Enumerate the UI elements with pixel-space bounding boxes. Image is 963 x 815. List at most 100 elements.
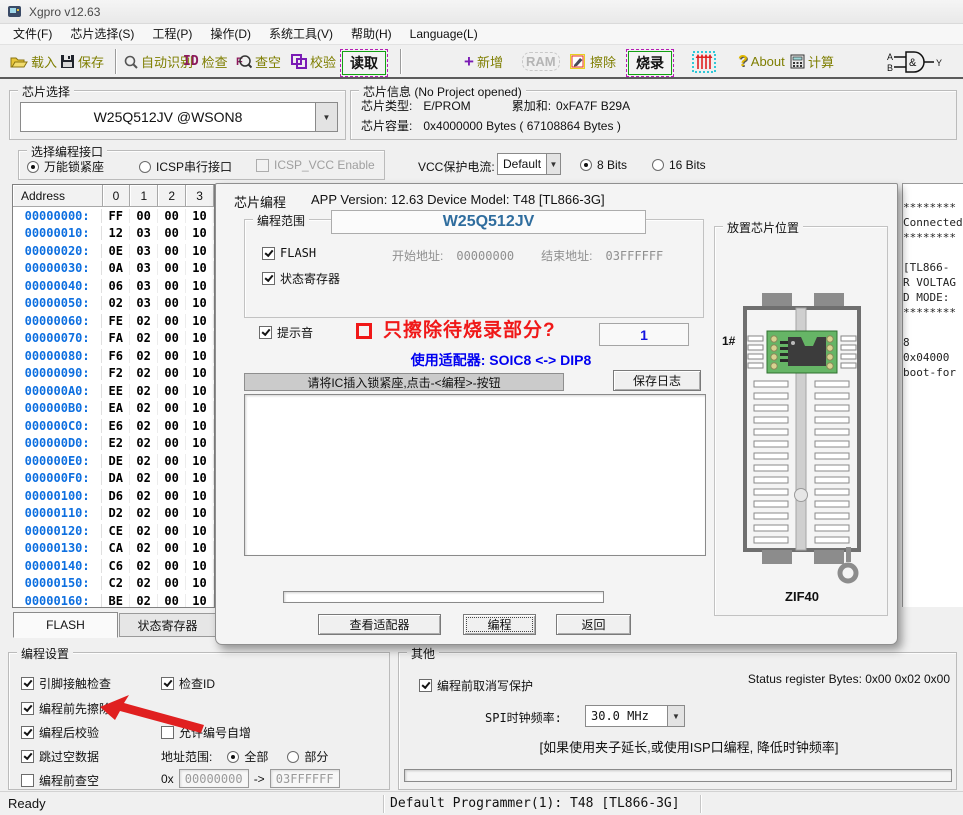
hex-byte[interactable]: 10 <box>186 576 214 590</box>
verify-after-checkbox[interactable]: 编程后校验 <box>21 724 99 741</box>
hex-byte[interactable]: D6 <box>102 489 130 503</box>
hex-byte[interactable]: 02 <box>130 384 158 398</box>
hex-byte[interactable]: 02 <box>130 594 158 608</box>
chevron-down-icon[interactable]: ▼ <box>668 705 685 727</box>
hex-byte[interactable]: 03 <box>130 296 158 310</box>
hex-byte[interactable]: 10 <box>186 471 214 485</box>
toolbar-erase-button[interactable]: 擦除 <box>568 48 618 75</box>
toolbar-read-button[interactable]: 读取 <box>340 49 388 76</box>
toolbar-checkid-button[interactable]: ID 检查 <box>181 48 230 75</box>
hex-byte[interactable]: 02 <box>130 401 158 415</box>
hex-byte[interactable]: 00 <box>158 261 186 275</box>
hex-byte[interactable]: CE <box>102 524 130 538</box>
pin-check-checkbox[interactable]: 引脚接触检查 <box>21 675 111 692</box>
menu-item[interactable]: 操作(D) <box>201 24 260 44</box>
hex-byte[interactable]: 10 <box>186 279 214 293</box>
back-button[interactable]: 返回 <box>556 614 631 635</box>
icsp-vcc-checkbox[interactable]: ICSP_VCC Enable <box>256 158 375 172</box>
toolbar-blankcheck-button[interactable]: F 查空 <box>234 48 283 75</box>
hex-byte[interactable]: BE <box>102 594 130 608</box>
hex-byte[interactable]: 00 <box>158 471 186 485</box>
hex-byte[interactable]: 00 <box>158 349 186 363</box>
hex-byte[interactable]: 02 <box>130 524 158 538</box>
blank-before-checkbox[interactable]: 编程前查空 <box>21 772 99 789</box>
chip-select-combo[interactable]: W25Q512JV @WSON8 ▼ <box>20 102 338 132</box>
hex-byte[interactable]: 10 <box>186 261 214 275</box>
menu-item[interactable]: 文件(F) <box>4 24 61 44</box>
hex-byte[interactable]: 00 <box>158 524 186 538</box>
hex-byte[interactable]: 10 <box>186 524 214 538</box>
hex-byte[interactable]: E2 <box>102 436 130 450</box>
hex-byte[interactable]: DA <box>102 471 130 485</box>
hex-byte[interactable]: 00 <box>158 296 186 310</box>
icsp-radio[interactable]: ICSP串行接口 <box>139 158 232 175</box>
chevron-down-icon[interactable]: ▼ <box>547 153 561 175</box>
menu-item[interactable]: 工程(P) <box>143 24 201 44</box>
check-id-checkbox[interactable]: 检查ID <box>161 675 215 692</box>
hex-byte[interactable]: 02 <box>130 436 158 450</box>
hex-byte[interactable]: 00 <box>158 541 186 555</box>
hex-byte[interactable]: C6 <box>102 559 130 573</box>
hex-byte[interactable]: FF <box>102 209 130 223</box>
hex-byte[interactable]: 00 <box>158 506 186 520</box>
hex-byte[interactable]: 10 <box>186 419 214 433</box>
hex-byte[interactable]: CA <box>102 541 130 555</box>
skip-blank-checkbox[interactable]: 跳过空数据 <box>21 748 99 765</box>
view-adapter-button[interactable]: 查看适配器 <box>318 614 441 635</box>
hex-byte[interactable]: 10 <box>186 454 214 468</box>
hex-byte[interactable]: 10 <box>186 244 214 258</box>
menu-item[interactable]: 系统工具(V) <box>260 24 342 44</box>
addr-to-field[interactable]: 03FFFFFF <box>270 769 340 788</box>
hex-byte[interactable]: 00 <box>158 436 186 450</box>
hex-byte[interactable]: 02 <box>130 576 158 590</box>
hex-byte[interactable]: 10 <box>186 594 214 608</box>
flash-checkbox[interactable]: FLASH <box>262 246 316 260</box>
hex-byte[interactable]: D2 <box>102 506 130 520</box>
toolbar-logic-gate-button[interactable]: AB&Y <box>884 48 952 75</box>
hex-byte[interactable]: 10 <box>186 436 214 450</box>
hex-byte[interactable]: 00 <box>158 314 186 328</box>
hex-byte[interactable]: 02 <box>130 506 158 520</box>
hex-byte[interactable]: 0E <box>102 244 130 258</box>
range-part-radio[interactable]: 部分 <box>287 748 328 765</box>
menu-item[interactable]: Language(L) <box>401 24 487 44</box>
toolbar-pintest-button[interactable] <box>690 48 718 75</box>
hex-byte[interactable]: 02 <box>130 559 158 573</box>
hex-byte[interactable]: 10 <box>186 366 214 380</box>
hex-byte[interactable]: 00 <box>158 489 186 503</box>
menu-item[interactable]: 帮助(H) <box>342 24 401 44</box>
hex-byte[interactable]: 02 <box>130 366 158 380</box>
program-count-field[interactable]: 1 <box>599 323 689 346</box>
hex-byte[interactable]: 10 <box>186 559 214 573</box>
hex-byte[interactable]: 06 <box>102 279 130 293</box>
hex-byte[interactable]: F6 <box>102 349 130 363</box>
hex-byte[interactable]: EE <box>102 384 130 398</box>
hex-byte[interactable]: 00 <box>158 559 186 573</box>
spi-clock-select[interactable]: 30.0 MHz ▼ <box>585 705 685 727</box>
hex-byte[interactable]: 00 <box>158 454 186 468</box>
hex-byte[interactable]: 00 <box>158 594 186 608</box>
hex-byte[interactable]: E6 <box>102 419 130 433</box>
hex-byte[interactable]: 02 <box>130 314 158 328</box>
socket-radio[interactable]: 万能锁紧座 <box>27 158 104 175</box>
toolbar-verify-button[interactable]: 校验 <box>289 48 338 75</box>
hex-byte[interactable]: 10 <box>186 541 214 555</box>
hex-byte[interactable]: 10 <box>186 384 214 398</box>
hex-byte[interactable]: 02 <box>130 541 158 555</box>
save-log-button[interactable]: 保存日志 <box>613 370 701 391</box>
hex-byte[interactable]: 10 <box>186 489 214 503</box>
hex-byte[interactable]: 03 <box>130 244 158 258</box>
hex-byte[interactable]: FA <box>102 331 130 345</box>
hex-byte[interactable]: 00 <box>158 244 186 258</box>
toolbar-add-button[interactable]: + 新增 <box>462 48 505 75</box>
hex-byte[interactable]: 10 <box>186 209 214 223</box>
hex-byte[interactable]: 0A <box>102 261 130 275</box>
hex-byte[interactable]: 03 <box>130 261 158 275</box>
hex-byte[interactable]: 10 <box>186 296 214 310</box>
hex-byte[interactable]: FE <box>102 314 130 328</box>
hex-byte[interactable]: 10 <box>186 314 214 328</box>
hex-byte[interactable]: 03 <box>130 279 158 293</box>
hex-byte[interactable]: 03 <box>130 226 158 240</box>
hex-byte[interactable]: 10 <box>186 226 214 240</box>
hex-byte[interactable]: 00 <box>130 209 158 223</box>
